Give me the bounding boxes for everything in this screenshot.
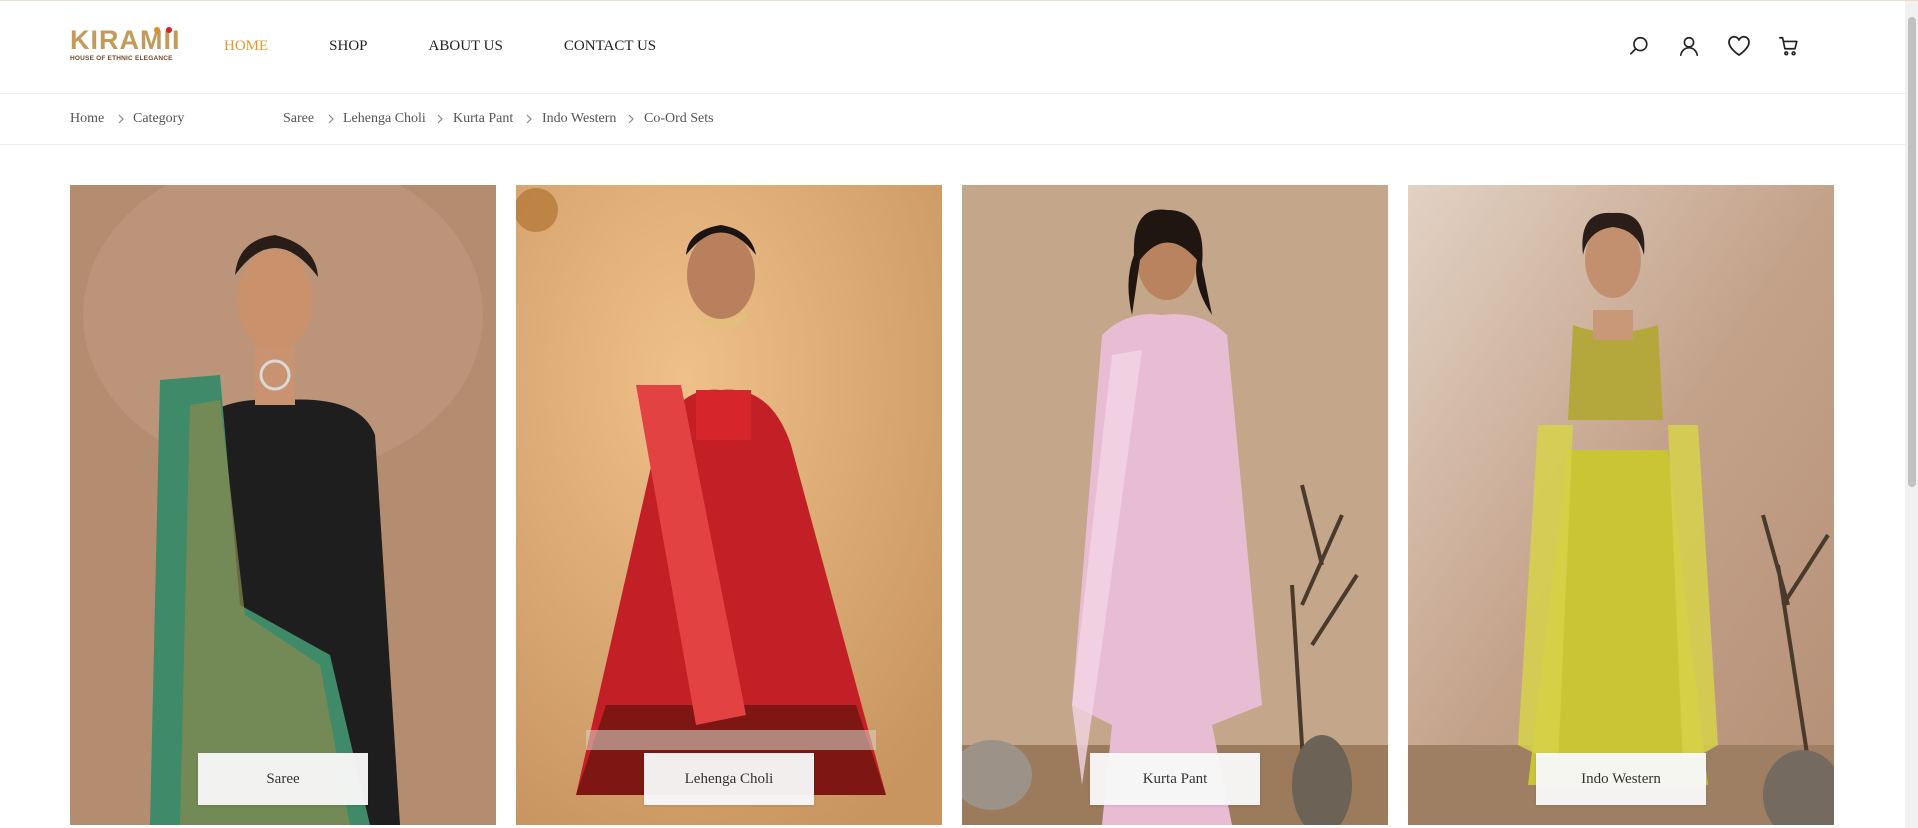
- logo-dot-red: [166, 27, 172, 33]
- category-card-saree[interactable]: Saree: [70, 185, 496, 825]
- category-label-saree: Saree: [198, 753, 368, 805]
- saree-product-image: [70, 185, 496, 825]
- breadcrumb-category[interactable]: Category: [133, 111, 184, 127]
- lehenga-choli-product-image: [516, 185, 942, 825]
- category-label-kurta-pant: Kurta Pant: [1090, 753, 1260, 805]
- chevron-right-icon: [118, 114, 124, 124]
- category-label-lehenga-choli: Lehenga Choli: [644, 753, 814, 805]
- kurta-pant-product-image: [962, 185, 1388, 825]
- category-card-kurta-pant[interactable]: Kurta Pant: [962, 185, 1388, 825]
- indo-western-product-image: [1408, 185, 1834, 825]
- breadcrumb-bar: Home Category Saree Lehenga Choli Kurta …: [0, 94, 1905, 145]
- site-header: KIRAMII HOUSE OF ETHNIC ELEGANCE HOME SH…: [0, 1, 1905, 94]
- breadcrumb-home[interactable]: Home: [70, 111, 104, 127]
- main-nav: HOME SHOP ABOUT US CONTACT US: [224, 37, 717, 55]
- category-link-lehenga-choli[interactable]: Lehenga Choli: [343, 111, 426, 127]
- page: KIRAMII HOUSE OF ETHNIC ELEGANCE HOME SH…: [0, 0, 1918, 828]
- category-card-lehenga-choli[interactable]: Lehenga Choli: [516, 185, 942, 825]
- search-icon[interactable]: [1627, 34, 1651, 58]
- brand-name: KIRAMII: [70, 25, 181, 55]
- category-link-co-ord-sets[interactable]: Co-Ord Sets: [644, 111, 714, 127]
- chevron-right-icon: [628, 114, 634, 124]
- category-card-indo-western[interactable]: Indo Western: [1408, 185, 1834, 825]
- category-link-indo-western[interactable]: Indo Western: [542, 111, 616, 127]
- brand-logo[interactable]: KIRAMII HOUSE OF ETHNIC ELEGANCE: [70, 25, 182, 71]
- nav-contact-us[interactable]: CONTACT US: [564, 37, 656, 55]
- scrollbar-thumb[interactable]: [1908, 17, 1916, 487]
- nav-shop[interactable]: SHOP: [329, 37, 367, 55]
- nav-home[interactable]: HOME: [224, 37, 268, 55]
- logo-dot-orange: [154, 27, 160, 33]
- header-icons: [1627, 34, 1801, 58]
- category-link-kurta-pant[interactable]: Kurta Pant: [453, 111, 513, 127]
- heart-icon[interactable]: [1727, 34, 1751, 58]
- chevron-right-icon: [526, 114, 532, 124]
- nav-about-us[interactable]: ABOUT US: [429, 37, 503, 55]
- user-icon[interactable]: [1677, 34, 1701, 58]
- category-link-saree[interactable]: Saree: [283, 111, 314, 127]
- chevron-right-icon: [437, 114, 443, 124]
- category-label-indo-western: Indo Western: [1536, 753, 1706, 805]
- chevron-right-icon: [328, 114, 334, 124]
- brand-tagline: HOUSE OF ETHNIC ELEGANCE: [70, 55, 173, 62]
- page-scrollbar[interactable]: [1905, 1, 1918, 828]
- cart-icon[interactable]: [1777, 34, 1801, 58]
